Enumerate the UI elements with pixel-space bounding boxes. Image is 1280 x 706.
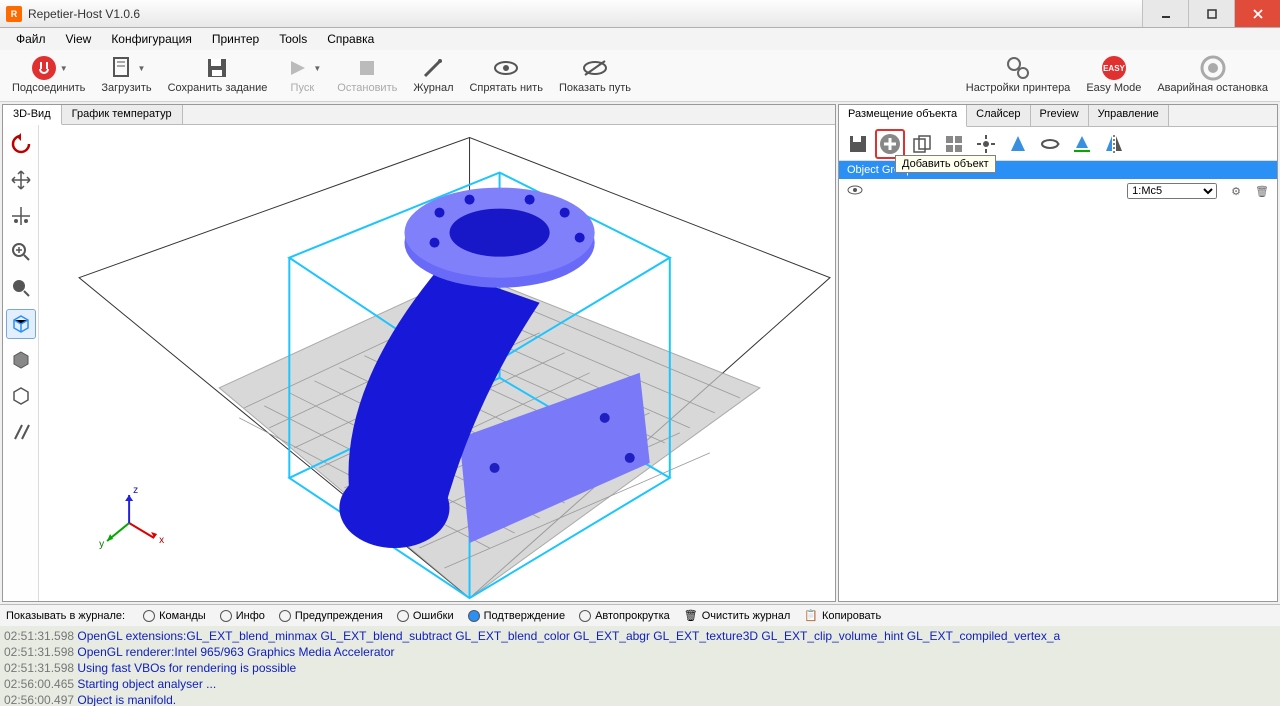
emergency-stop-button[interactable]: Аварийная остановка [1149,52,1276,96]
printer-settings-button[interactable]: Настройки принтера [958,52,1079,96]
extruder-select[interactable]: 1:Mc5 [1127,183,1217,199]
copy-object-button[interactable] [907,129,937,159]
stop-button[interactable]: Остановить [329,52,405,96]
move-object-button[interactable] [6,201,36,231]
log-filter-warnings[interactable]: Предупреждения [279,610,383,622]
log-filter-info[interactable]: Инфо [220,610,265,622]
main-toolbar: ▼ Подсоединить ▼ Загрузить Сохранить зад… [0,50,1280,102]
save-button[interactable]: Сохранить задание [160,52,276,96]
move-view-button[interactable] [6,165,36,195]
menubar: Файл View Конфигурация Принтер Tools Спр… [0,28,1280,50]
right-pane: Размещение объекта Слайсер Preview Управ… [838,104,1278,602]
log-controls: Показывать в журнале: Команды Инфо Преду… [0,604,1280,626]
close-button[interactable] [1234,0,1280,27]
log-filter-commands[interactable]: Команды [143,610,206,622]
3d-viewport[interactable]: x y z [39,125,835,601]
log-label: Показывать в журнале: [6,610,125,622]
dropdown-icon: ▼ [313,64,321,73]
app-icon: R [6,6,22,22]
tab-slicer[interactable]: Слайсер [967,105,1030,126]
menu-help[interactable]: Справка [317,29,384,49]
rotate-button[interactable] [1035,129,1065,159]
drop-button[interactable] [1067,129,1097,159]
front-view-button[interactable] [6,345,36,375]
window-title: Repetier-Host V1.0.6 [28,7,1142,21]
svg-text:EASY: EASY [1103,64,1125,73]
object-row[interactable]: 1:Mc5 ⚙ 🗑 [839,179,1277,203]
tab-temp-graph[interactable]: График температур [62,105,183,124]
autoplace-button[interactable] [939,129,969,159]
start-button[interactable]: ▼ Пуск [275,52,329,96]
menu-config[interactable]: Конфигурация [101,29,202,49]
zoom-fit-button[interactable] [6,273,36,303]
iso-view-button[interactable] [6,309,36,339]
svg-text:x: x [159,535,164,546]
dropdown-icon: ▼ [60,64,68,73]
menu-file[interactable]: Файл [6,29,56,49]
viewport-toolbar [3,125,39,601]
titlebar: R Repetier-Host V1.0.6 [0,0,1280,28]
top-view-button[interactable] [6,381,36,411]
menu-printer[interactable]: Принтер [202,29,269,49]
tab-placement[interactable]: Размещение объекта [839,105,967,127]
load-button[interactable]: ▼ Загрузить [93,52,159,96]
gear-icon[interactable]: ⚙ [1231,185,1241,198]
mirror-button[interactable] [1099,129,1129,159]
delete-icon[interactable]: 🗑 [1255,185,1269,198]
log-button[interactable]: Журнал [405,52,461,96]
menu-view[interactable]: View [56,29,102,49]
scale-button[interactable] [1003,129,1033,159]
zoom-in-button[interactable] [6,237,36,267]
hide-thread-button[interactable]: Спрятать нить [461,52,550,96]
log-area[interactable]: 02:51:31.598 OpenGL extensions:GL_EXT_bl… [0,626,1280,706]
svg-text:y: y [99,539,104,550]
minimize-button[interactable] [1142,0,1188,27]
log-filter-confirm[interactable]: Подтверждение [468,610,565,622]
left-pane: 3D-Вид График температур [2,104,836,602]
parallel-button[interactable] [6,417,36,447]
log-clear-button[interactable]: 🗑 Очистить журнал [684,609,791,622]
add-object-button[interactable] [875,129,905,159]
placement-toolbar: Добавить объект [839,127,1277,161]
visibility-icon[interactable] [847,184,863,199]
save-objects-button[interactable] [843,129,873,159]
log-filter-errors[interactable]: Ошибки [397,610,454,622]
reset-view-button[interactable] [6,129,36,159]
menu-tools[interactable]: Tools [269,29,317,49]
tab-3d-view[interactable]: 3D-Вид [3,105,62,125]
center-button[interactable] [971,129,1001,159]
tab-preview[interactable]: Preview [1031,105,1089,126]
connect-button[interactable]: ▼ Подсоединить [4,52,93,96]
log-copy-button[interactable]: 📋 Копировать [804,609,881,622]
add-object-tooltip: Добавить объект [895,155,996,173]
tab-control[interactable]: Управление [1089,105,1169,126]
show-path-button[interactable]: Показать путь [551,52,639,96]
dropdown-icon: ▼ [138,64,146,73]
svg-text:z: z [133,485,138,496]
maximize-button[interactable] [1188,0,1234,27]
log-autoscroll[interactable]: Автопрокрутка [579,610,670,622]
easy-mode-button[interactable]: EASY Easy Mode [1078,52,1149,96]
